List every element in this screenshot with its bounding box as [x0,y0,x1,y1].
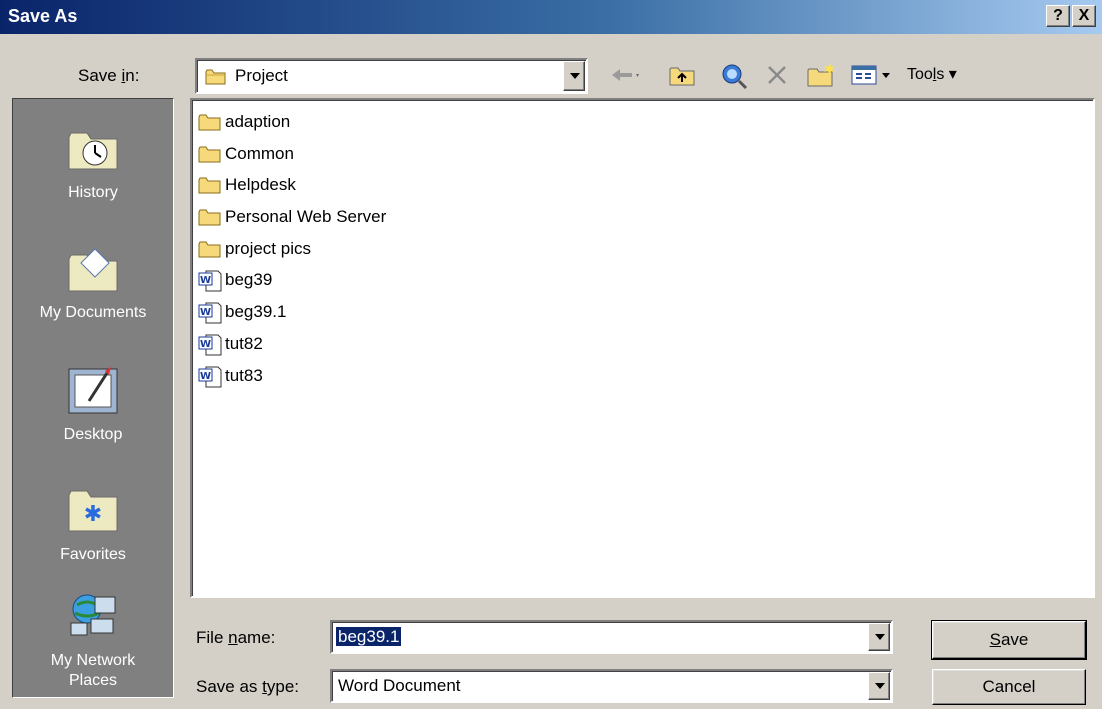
favorites-icon: ✱ [65,481,121,537]
delete-icon [768,66,786,84]
list-item[interactable]: adaption [198,109,290,135]
folder-icon [198,112,222,132]
file-name-input[interactable]: beg39.1 [330,620,893,654]
folder-icon [198,175,222,195]
network-places-icon [65,587,121,643]
up-one-level-button[interactable] [666,60,700,90]
list-item[interactable]: project pics [198,236,311,262]
new-folder-icon [807,63,835,87]
list-item[interactable]: Personal Web Server [198,204,386,230]
save-in-dropdown-button[interactable] [563,61,585,91]
file-list[interactable]: adaption Common Helpdesk Personal Web Se… [190,98,1095,598]
word-document-icon: W [198,270,222,292]
views-icon [851,65,890,85]
list-item[interactable]: Helpdesk [198,172,296,198]
cancel-button[interactable]: Cancel [932,669,1086,705]
history-icon [65,119,121,175]
save-button[interactable]: Save [931,620,1087,660]
places-my-documents[interactable]: My Documents [13,239,173,323]
places-bar: History My Documents Desktop ✱ Favorites… [12,98,174,698]
svg-text:W: W [200,275,211,286]
word-document-icon: W [198,302,222,324]
list-item[interactable]: W beg39.1 [198,299,286,325]
folder-icon [198,239,222,259]
svg-text:W: W [200,339,211,350]
file-name-value: beg39.1 [336,627,402,646]
views-button[interactable] [848,60,902,90]
back-arrow-icon [612,69,639,81]
list-item[interactable]: W beg39 [198,267,272,293]
places-favorites[interactable]: ✱ Favorites [13,481,173,565]
delete-button[interactable] [760,60,794,90]
my-documents-icon [65,239,121,295]
svg-text:W: W [200,371,211,382]
save-as-type-dropdown-button[interactable] [868,672,890,700]
save-in-value: Project [235,66,288,85]
svg-text:W: W [200,307,211,318]
save-in-combo[interactable]: Project [195,58,588,94]
save-as-type-label: Save as type: [196,677,300,696]
places-my-network-places[interactable]: My Network Places [13,587,173,691]
save-as-dialog: Save As ? X Save in: Project Tools ▾ His… [0,0,1102,709]
help-button[interactable]: ? [1046,5,1070,27]
save-as-type-select[interactable]: Word Document [330,669,893,703]
title-bar[interactable]: Save As ? X [0,0,1102,34]
back-button[interactable] [606,60,640,90]
places-history[interactable]: History [13,119,173,203]
tools-menu[interactable]: Tools ▾ [907,64,957,84]
list-item[interactable]: W tut82 [198,331,263,357]
folder-icon [198,144,222,164]
desktop-icon [65,361,121,417]
search-web-icon [722,64,748,90]
svg-text:✱: ✱ [84,502,102,527]
file-name-label: File name: [196,628,276,647]
places-desktop[interactable]: Desktop [13,361,173,445]
word-document-icon: W [198,366,222,388]
list-item[interactable]: Common [198,141,294,167]
new-folder-button[interactable] [804,60,838,90]
folder-icon [205,68,227,85]
up-folder-icon [669,67,695,86]
folder-icon [198,207,222,227]
close-button[interactable]: X [1072,5,1096,27]
save-in-label: Save in: [78,66,140,85]
save-as-type-value: Word Document [338,676,461,695]
list-item[interactable]: W tut83 [198,363,263,389]
window-title: Save As [8,6,78,26]
search-web-button[interactable] [718,60,752,90]
word-document-icon: W [198,334,222,356]
file-name-dropdown-button[interactable] [868,623,890,651]
